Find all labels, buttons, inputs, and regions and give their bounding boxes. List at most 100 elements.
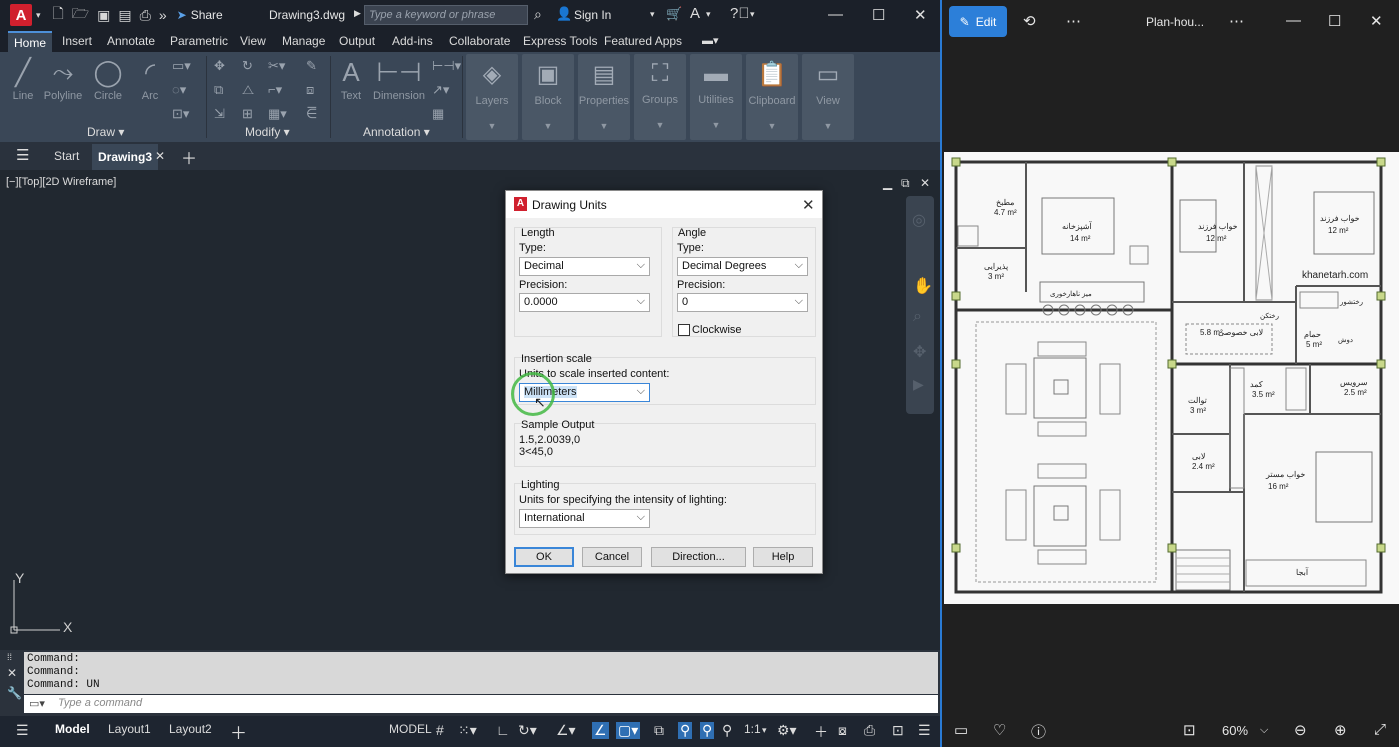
showmotion-icon[interactable]: ▶ <box>913 376 924 393</box>
more-tools-icon[interactable]: » <box>159 7 167 23</box>
plot-icon[interactable]: ⎙ <box>140 7 151 24</box>
autodesk-a-icon[interactable]: A <box>690 5 700 22</box>
cancel-button[interactable]: Cancel <box>582 547 642 567</box>
dialog-close-icon[interactable]: ✕ <box>802 196 815 214</box>
clockwise-checkbox[interactable] <box>678 324 690 336</box>
snap-icon[interactable]: ⁙▾ <box>458 722 477 739</box>
tab-insert[interactable]: Insert <box>62 34 92 48</box>
fillet-icon[interactable]: ⌐▾ <box>268 82 282 98</box>
favorite-heart-icon[interactable]: ♡ <box>993 721 1006 739</box>
properties-button[interactable]: ▤ Properties ▼ <box>578 54 630 140</box>
full-screen-icon[interactable]: ⤢ <box>1374 721 1386 738</box>
scale-dropdown-icon[interactable]: ▾ <box>762 725 767 736</box>
share-button[interactable]: ➤ Share <box>177 8 223 22</box>
angle-precision-select[interactable]: 0 ⌵ <box>677 293 808 312</box>
edit-button[interactable]: ✎ Edit <box>949 6 1007 37</box>
units-icon[interactable]: ⧇ <box>838 722 847 739</box>
explode-icon[interactable]: ⧈ <box>306 82 314 98</box>
floor-plan-image[interactable]: khanetarh.com آشپزخانه 14 m² خواب فرزند … <box>944 152 1399 604</box>
modify-panel-label[interactable]: Modify ▾ <box>245 125 290 139</box>
add-layout-icon[interactable]: ＋ <box>230 719 247 744</box>
trim-icon[interactable]: ✂▾ <box>268 58 285 74</box>
circle-tool[interactable]: ◯ Circle <box>90 54 126 102</box>
command-input[interactable]: Type a command <box>24 695 938 713</box>
array-icon[interactable]: ▦▾ <box>268 106 287 122</box>
tab-home[interactable]: Home <box>8 31 53 52</box>
tab-start[interactable]: Start <box>54 149 79 163</box>
tab-layout1[interactable]: Layout1 <box>108 722 151 736</box>
info-icon[interactable]: ⓘ <box>1031 721 1046 742</box>
steering-wheel-icon[interactable]: ◎ <box>912 210 926 230</box>
layers-button[interactable]: ◈ Layers ▼ <box>466 54 518 140</box>
filmstrip-icon[interactable]: ▭ <box>954 721 968 739</box>
viewport-close-icon[interactable]: ✕ <box>920 176 930 190</box>
lighting-units-select[interactable]: International ⌵ <box>519 509 650 528</box>
rectangle-icon[interactable]: ▭▾ <box>172 58 191 74</box>
clipboard-button[interactable]: 📋 Clipboard ▼ <box>746 54 798 140</box>
zoom-nav-icon[interactable]: ⌕ <box>913 308 922 326</box>
scale-icon[interactable]: ⊞ <box>242 106 253 122</box>
tab-view[interactable]: View <box>240 34 266 48</box>
cmd-customize-icon[interactable]: 🔧 <box>7 686 22 700</box>
command-prompt-icon[interactable]: ▭▾ <box>29 697 45 710</box>
autocad-logo[interactable]: A <box>10 4 32 26</box>
tab-express-tools[interactable]: Express Tools <box>523 34 597 48</box>
new-tab-icon[interactable]: ＋ <box>181 145 197 169</box>
tab-model[interactable]: Model <box>55 722 90 736</box>
hardware-acceleration-icon[interactable]: ⎙ <box>864 722 875 739</box>
boundary-icon[interactable]: ⊡▾ <box>172 106 189 122</box>
help-icon[interactable]: ?⃝ <box>730 5 750 22</box>
pan-icon[interactable]: ✋ <box>913 276 933 296</box>
block-button[interactable]: ▣ Block ▼ <box>522 54 574 140</box>
zoom-dropdown-icon[interactable]: ⌵ <box>1260 724 1268 737</box>
copy-icon[interactable]: ⧉ <box>214 82 223 98</box>
close-tab-icon[interactable]: ✕ <box>155 149 165 163</box>
groups-button[interactable]: ⛶ Groups ▼ <box>634 54 686 140</box>
lineweight-icon[interactable]: ∠ <box>592 722 609 739</box>
sign-in-button[interactable]: Sign In <box>574 8 611 22</box>
arc-tool[interactable]: ◜ Arc <box>134 54 166 102</box>
clockwise-label[interactable]: Clockwise <box>692 324 742 336</box>
annotation-visibility-icon[interactable]: ⚲ <box>678 722 693 739</box>
object-snap-icon[interactable]: ▢▾ <box>616 722 641 739</box>
close-icon[interactable]: ✕ <box>914 6 927 24</box>
workspace-gear-icon[interactable]: ⚙▾ <box>777 722 797 739</box>
layout-menu-icon[interactable]: ☰ <box>16 722 29 739</box>
cmd-grip-icon[interactable]: ⁞⁞ <box>7 652 12 662</box>
tab-featured-apps[interactable]: Featured Apps <box>604 34 682 48</box>
close-icon[interactable]: ✕ <box>1370 12 1383 30</box>
grid-icon[interactable]: # <box>436 722 444 738</box>
tab-layout2[interactable]: Layout2 <box>169 722 212 736</box>
help-button[interactable]: Help <box>753 547 813 567</box>
tab-drawing3[interactable]: Drawing3 <box>92 144 159 170</box>
tab-parametric[interactable]: Parametric <box>170 34 228 48</box>
annotation-scale[interactable]: 1:1 <box>744 722 761 736</box>
minimize-icon[interactable]: — <box>828 6 843 23</box>
fit-to-window-icon[interactable]: ⊡ <box>1183 721 1196 739</box>
signin-dropdown-icon[interactable]: ▾ <box>650 9 655 20</box>
tab-annotate[interactable]: Annotate <box>107 34 155 48</box>
zoom-in-icon[interactable]: ⊕ <box>1334 721 1347 739</box>
ortho-icon[interactable]: ∟ <box>496 722 510 738</box>
tab-output[interactable]: Output <box>339 34 375 48</box>
save-as-icon[interactable]: ▤ <box>118 7 131 24</box>
viewport-minimize-icon[interactable]: ▁ <box>883 176 892 190</box>
line-tool[interactable]: ╱ Line <box>8 54 38 102</box>
more-options-icon[interactable]: ⋯ <box>1066 12 1081 30</box>
help-dropdown-icon[interactable]: ▾ <box>750 9 755 20</box>
length-type-select[interactable]: Decimal ⌵ <box>519 257 650 276</box>
search-icon[interactable]: ⌕ <box>534 6 542 23</box>
maximize-icon[interactable]: ☐ <box>872 6 885 24</box>
hamburger-menu-icon[interactable]: ☰ <box>16 146 29 164</box>
clean-screen-icon[interactable]: ⊡ <box>892 722 904 739</box>
erase-icon[interactable]: ✎ <box>306 58 317 74</box>
dimension-tool[interactable]: ⊢⊣ Dimension <box>370 54 428 102</box>
draw-panel-label[interactable]: Draw ▾ <box>87 125 124 139</box>
mirror-icon[interactable]: ⧍ <box>242 82 254 98</box>
maximize-icon[interactable]: ☐ <box>1328 12 1341 30</box>
viewport-controls[interactable]: [−][Top][2D Wireframe] <box>6 176 116 188</box>
customization-icon[interactable]: ☰ <box>918 722 931 739</box>
tab-add-ins[interactable]: Add-ins <box>392 34 433 48</box>
rotate-icon[interactable]: ↻ <box>242 58 253 74</box>
zoom-out-icon[interactable]: ⊖ <box>1294 721 1307 739</box>
